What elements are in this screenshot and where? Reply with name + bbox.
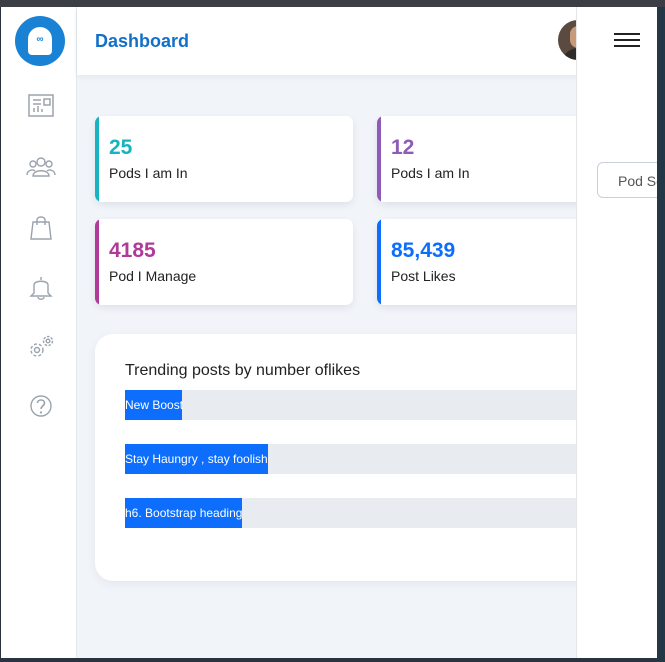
stat-card-accent bbox=[377, 116, 381, 202]
stat-label: Post Likes bbox=[391, 268, 456, 284]
trending-bar-label: New Boost bbox=[125, 398, 184, 412]
help-icon[interactable] bbox=[26, 391, 56, 421]
stat-value: 25 bbox=[109, 136, 133, 159]
desktop-backdrop bbox=[657, 7, 665, 662]
trending-bar-fill: New Boost bbox=[125, 390, 184, 420]
top-header: Dashboard bbox=[77, 7, 657, 75]
stat-card-pods-managed[interactable]: 4185 Pod I Manage bbox=[95, 219, 353, 305]
shopping-bag-icon[interactable] bbox=[26, 212, 56, 242]
stat-card-pods-joined[interactable]: 25 Pods I am In bbox=[95, 116, 353, 202]
trending-posts-panel: Trending posts by number oflikes New Boo… bbox=[95, 334, 657, 581]
trending-bar-label: Stay Haungry , stay foolish bbox=[125, 452, 268, 466]
stat-label: Pod I Manage bbox=[109, 268, 197, 284]
settings-icon[interactable] bbox=[26, 332, 56, 362]
stat-value: 12 bbox=[391, 136, 415, 159]
dashboard-icon[interactable] bbox=[26, 91, 56, 121]
stat-card-accent bbox=[95, 219, 99, 305]
side-drawer: Pod Search bbox=[576, 7, 657, 658]
trending-bar-label: h6. Bootstrap heading bbox=[125, 506, 243, 520]
stat-value: 85,439 bbox=[391, 239, 456, 262]
app-window: ∞ Dashboard 25 Pods I am In 12 Pods I am… bbox=[1, 7, 657, 658]
window-top-band bbox=[0, 0, 665, 7]
bell-icon[interactable] bbox=[26, 272, 56, 302]
sidebar: ∞ bbox=[1, 7, 77, 658]
stat-label: Pods I am In bbox=[391, 165, 470, 181]
stat-value: 4185 bbox=[109, 239, 156, 262]
trending-title: Trending posts by number oflikes bbox=[125, 362, 361, 379]
users-icon[interactable] bbox=[26, 152, 56, 182]
stat-label: Pods I am In bbox=[109, 165, 188, 181]
trending-bar-fill: h6. Bootstrap heading bbox=[125, 498, 242, 528]
pod-search-button[interactable]: Pod Search bbox=[597, 162, 657, 198]
stat-card-accent bbox=[377, 219, 381, 305]
app-logo[interactable]: ∞ bbox=[15, 16, 65, 66]
infinity-icon: ∞ bbox=[36, 34, 44, 45]
trending-bar-fill: Stay Haungry , stay foolish bbox=[125, 444, 268, 474]
stat-card-accent bbox=[95, 116, 99, 202]
pod-search-label: Pod Search bbox=[618, 173, 657, 189]
hamburger-menu-icon[interactable] bbox=[614, 33, 640, 49]
page-title: Dashboard bbox=[95, 31, 190, 51]
